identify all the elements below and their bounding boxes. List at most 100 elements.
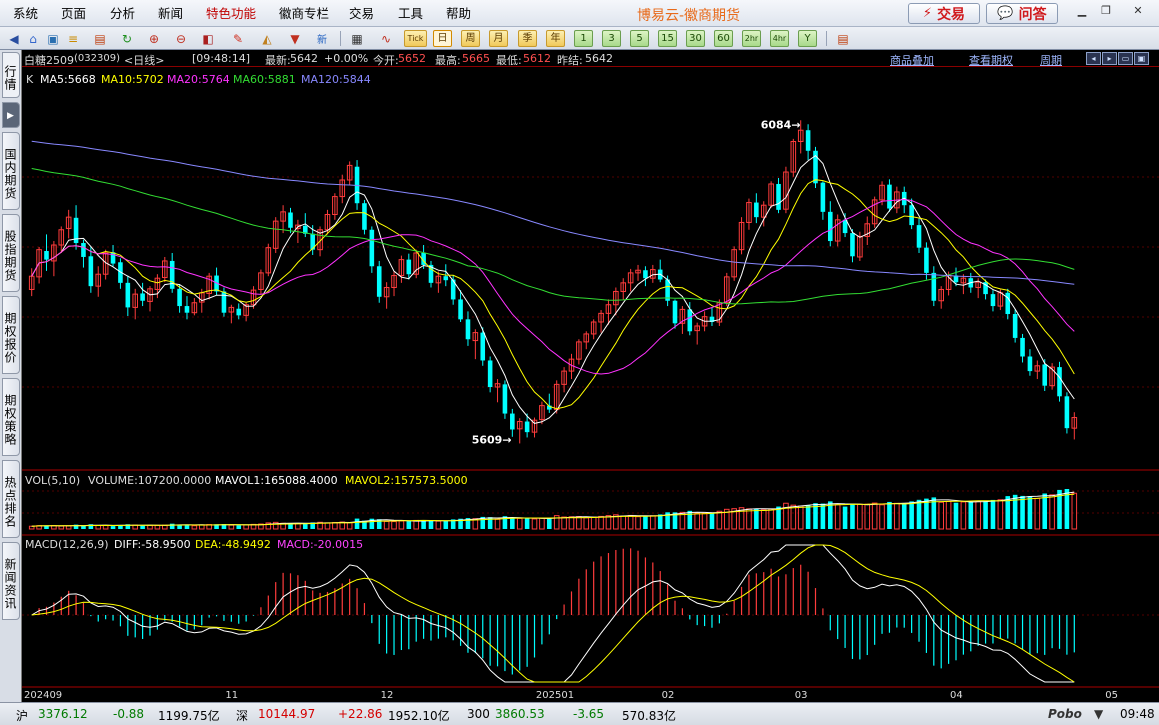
table-view-icon[interactable]: ▦ <box>348 30 366 47</box>
volume-bar <box>805 505 811 529</box>
indicator-icon[interactable]: ◭ <box>258 30 276 47</box>
period-2hr-button[interactable]: 2hr <box>742 30 761 47</box>
tab-expand-arrow-icon[interactable]: ▶ <box>2 102 20 128</box>
low-price: 5612 <box>523 52 551 65</box>
trade-button[interactable]: ⚡ 交易 <box>908 3 980 24</box>
ma10-legend: MA10:5702 <box>101 73 164 86</box>
line-chart-icon[interactable]: ∿ <box>377 30 395 47</box>
save-icon[interactable]: ▣ <box>44 30 62 47</box>
volume-bar <box>968 501 974 529</box>
sz-index-change: +22.86 <box>338 707 383 721</box>
overlay-commodity-link[interactable]: 商品叠加 <box>890 52 934 68</box>
candle <box>487 356 493 393</box>
database-icon[interactable]: ≡ <box>64 30 82 47</box>
restore-chart-icon[interactable]: ▣ <box>1134 52 1149 65</box>
period-15min-button[interactable]: 15 <box>658 30 677 47</box>
zoom-in-icon[interactable]: ⊕ <box>145 30 163 47</box>
period-quarterly-button[interactable]: 季 <box>518 30 537 47</box>
volume-bar <box>901 502 907 529</box>
candle-body <box>754 202 759 218</box>
menu-trade[interactable]: 交易 <box>349 6 374 22</box>
layout-icon[interactable]: ▤ <box>834 30 852 47</box>
scroll-right-icon[interactable]: ▸ <box>1102 52 1117 65</box>
maximize-icon[interactable]: ❐ <box>1096 3 1116 19</box>
view-options-link[interactable]: 查看期权 <box>969 52 1013 68</box>
candle-body <box>820 182 826 212</box>
period-monthly-button[interactable]: 月 <box>489 30 508 47</box>
tab-option-strategy[interactable]: 期权策略 <box>2 378 20 456</box>
menu-huishang-column[interactable]: 徽商专栏 <box>279 6 329 22</box>
chart-type-icon[interactable]: ▤ <box>91 30 109 47</box>
tab-quotes[interactable]: 行情报价 <box>2 52 20 98</box>
period-5min-button[interactable]: 5 <box>630 30 649 47</box>
candle-body <box>81 243 86 257</box>
home-icon[interactable]: ⌂ <box>24 30 42 47</box>
candle <box>376 260 382 303</box>
candle-body <box>221 291 227 313</box>
period-1min-button[interactable]: 1 <box>574 30 593 47</box>
menu-page[interactable]: 页面 <box>61 6 86 22</box>
volume-bar <box>924 498 929 529</box>
volume-bar <box>754 508 759 529</box>
change-percent: +0.00% <box>324 52 369 65</box>
volume-bar <box>990 499 996 529</box>
x-axis-label: 05 <box>1105 690 1118 701</box>
volume-bar <box>643 515 648 529</box>
menu-system[interactable]: 系统 <box>13 6 38 22</box>
period-label: <日线> <box>124 54 165 67</box>
menu-analysis[interactable]: 分析 <box>110 6 135 22</box>
period-30min-button[interactable]: 30 <box>686 30 705 47</box>
minimize-icon[interactable]: ▁ <box>1072 3 1092 19</box>
qa-button-label: 问答 <box>1018 6 1047 23</box>
period-link[interactable]: 周期 <box>1040 52 1062 68</box>
menu-help[interactable]: 帮助 <box>446 6 471 22</box>
tab-hot-ranking[interactable]: 热点排名 <box>2 460 20 538</box>
volume-bar <box>169 523 175 529</box>
candle-body <box>44 250 49 260</box>
period-4hr-button[interactable]: 4hr <box>770 30 789 47</box>
csi300-amount: 570.83亿 <box>622 709 676 723</box>
scroll-left-icon[interactable]: ◂ <box>1086 52 1101 65</box>
kline-chart[interactable]: 6084→5609→ 20240911122025010203040506 K … <box>22 67 1159 702</box>
filter-icon[interactable]: ▼ <box>286 30 304 47</box>
candle-body <box>924 247 929 273</box>
draw-pen-icon[interactable]: ✎ <box>229 30 247 47</box>
x-axis-label: 04 <box>950 690 963 701</box>
zoom-chart-icon[interactable]: ▭ <box>1118 52 1133 65</box>
period-custom-button[interactable]: Y <box>798 30 817 47</box>
candle-body <box>909 205 914 226</box>
candle <box>1057 361 1062 402</box>
zoom-out-icon[interactable]: ⊖ <box>172 30 190 47</box>
macd-value: MACD:-20.0015 <box>277 538 363 551</box>
volume-bar <box>887 501 892 529</box>
tab-domestic-futures[interactable]: 国内期货 <box>2 132 20 210</box>
sz-index-value: 10144.97 <box>258 707 316 721</box>
qa-button[interactable]: 💬 问答 <box>986 3 1058 24</box>
tab-index-futures[interactable]: 股指期货 <box>2 214 20 292</box>
x-axis-label: 12 <box>381 690 394 701</box>
refresh-icon[interactable]: ↻ <box>118 30 136 47</box>
candle-body <box>184 306 190 313</box>
close-icon[interactable]: ✕ <box>1128 3 1148 19</box>
new-icon[interactable]: 新 <box>313 30 331 47</box>
candle-body <box>1020 337 1025 357</box>
csi300-change: -3.65 <box>573 707 605 721</box>
period-daily-button[interactable]: 日 <box>433 30 452 47</box>
period-weekly-button[interactable]: 周 <box>461 30 480 47</box>
back-arrow-icon[interactable]: ◀ <box>5 30 23 47</box>
candle-body <box>1027 356 1033 372</box>
menu-news[interactable]: 新闻 <box>158 6 183 22</box>
window-icon[interactable]: ◧ <box>199 30 217 47</box>
tab-news[interactable]: 新闻资讯 <box>2 542 20 620</box>
low-price-marker: 5609→ <box>472 433 512 446</box>
period-60min-button[interactable]: 60 <box>714 30 733 47</box>
menu-tools[interactable]: 工具 <box>398 6 423 22</box>
volume-value: VOLUME:107200.0000 <box>88 474 211 487</box>
period-3min-button[interactable]: 3 <box>602 30 621 47</box>
tab-option-quotes[interactable]: 期权报价 <box>2 296 20 374</box>
symbol-code: (032309) <box>74 53 120 64</box>
toolbar-separator <box>340 31 341 46</box>
menu-special-features[interactable]: 特色功能 <box>206 6 256 22</box>
tick-button[interactable]: Tick <box>404 30 427 47</box>
period-yearly-button[interactable]: 年 <box>546 30 565 47</box>
